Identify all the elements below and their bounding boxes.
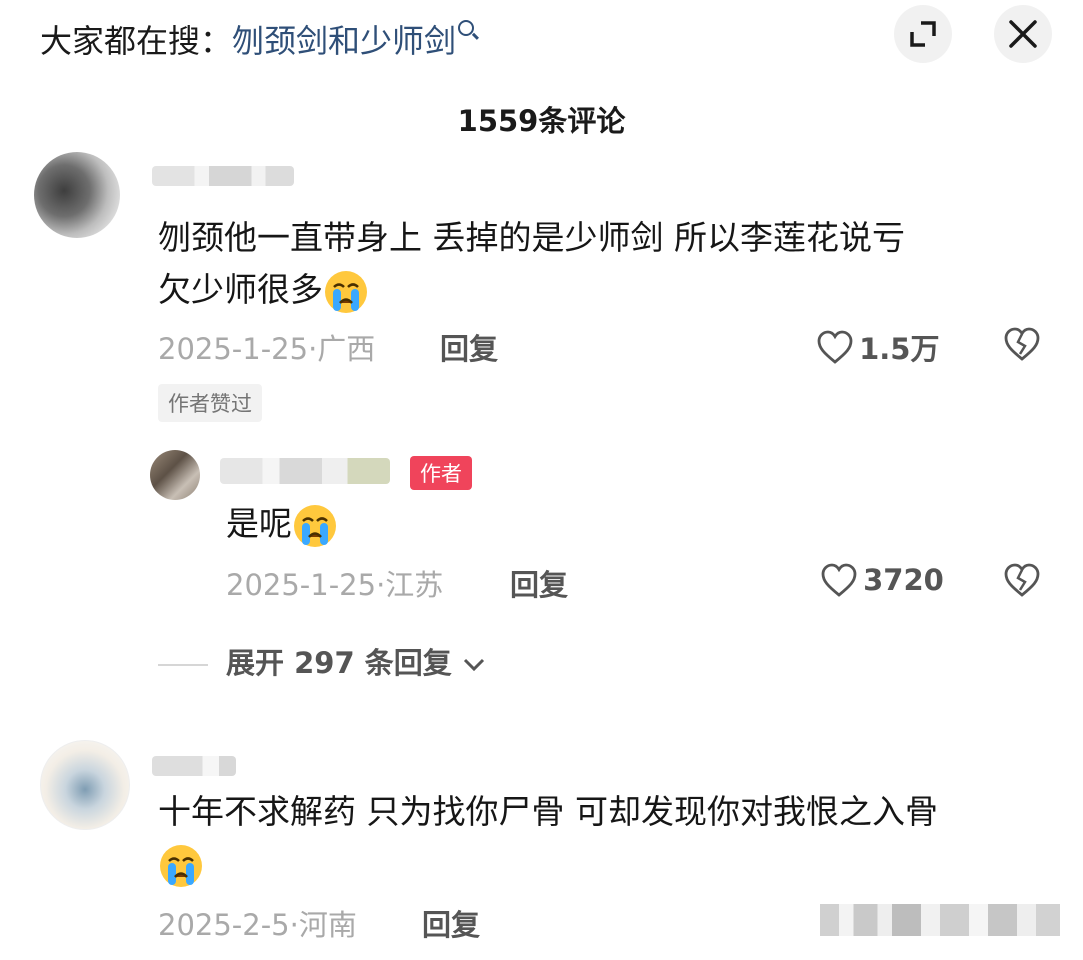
crying-emoji-icon [294,504,336,547]
comment-meta: 2025-2-5·河南 [158,908,357,942]
like-count: 3720 [863,563,944,597]
crying-emoji-icon [160,844,202,887]
like-count: 1.5万 [859,332,940,366]
heart-icon [817,330,853,364]
like-area-blurred [820,904,1060,936]
reply-button[interactable]: 回复 [510,562,568,604]
expand-replies-label: 展开 297 条回复 [226,646,452,680]
reply-text-content: 是呢 [226,504,292,543]
expand-button[interactable] [894,5,952,63]
dislike-button[interactable] [1003,562,1041,602]
like-button[interactable]: 3720 [820,562,944,598]
comment-count-title: 1559条评论 [457,104,626,138]
hot-search-bar[interactable]: 大家都在搜：刎颈剑和少师剑 [40,16,475,62]
broken-heart-icon [1004,327,1040,361]
avatar[interactable] [34,152,120,238]
expand-replies-button[interactable]: 展开 297 条回复 [158,640,486,682]
hot-search-label: 大家都在搜： [40,22,233,60]
comment-meta: 2025-1-25·广西 [158,332,376,366]
hot-search-keyword[interactable]: 刎颈剑和少师剑 [232,22,456,60]
comment-text: 十年不求解药 只为找你尸骨 可却发现你对我恨之入骨 [158,786,1058,890]
crying-emoji-icon [325,270,367,313]
avatar[interactable] [40,740,130,830]
author-liked-tag: 作者赞过 [158,384,262,422]
comment-text-line: 十年不求解药 只为找你尸骨 可却发现你对我恨之入骨 [158,792,938,831]
username-blurred[interactable] [152,756,236,776]
comment-text-line: 刎颈他一直带身上 丢掉的是少师剑 所以李莲花说亏 [158,218,905,257]
reply-username-blurred[interactable] [220,458,390,484]
reply-button[interactable]: 回复 [440,326,498,368]
heart-icon [821,563,857,597]
close-button[interactable] [994,5,1052,63]
search-icon [458,20,475,36]
author-badge: 作者 [410,456,472,490]
reply-avatar[interactable] [150,450,200,500]
username-blurred[interactable] [152,166,294,186]
like-button[interactable]: 1.5万 [816,326,939,366]
divider-line [158,664,208,666]
comment-text: 刎颈他一直带身上 丢掉的是少师剑 所以李莲花说亏 欠少师很多 [158,212,1038,316]
chevron-down-icon [463,658,484,672]
expand-icon [910,21,936,47]
close-icon [1009,20,1037,48]
reply-meta: 2025-1-25·江苏 [226,568,444,602]
broken-heart-icon [1004,563,1040,597]
dislike-button[interactable] [1003,326,1041,366]
reply-button[interactable]: 回复 [422,902,480,944]
comment-text-line: 欠少师很多 [158,270,323,309]
reply-text: 是呢 [226,498,338,550]
